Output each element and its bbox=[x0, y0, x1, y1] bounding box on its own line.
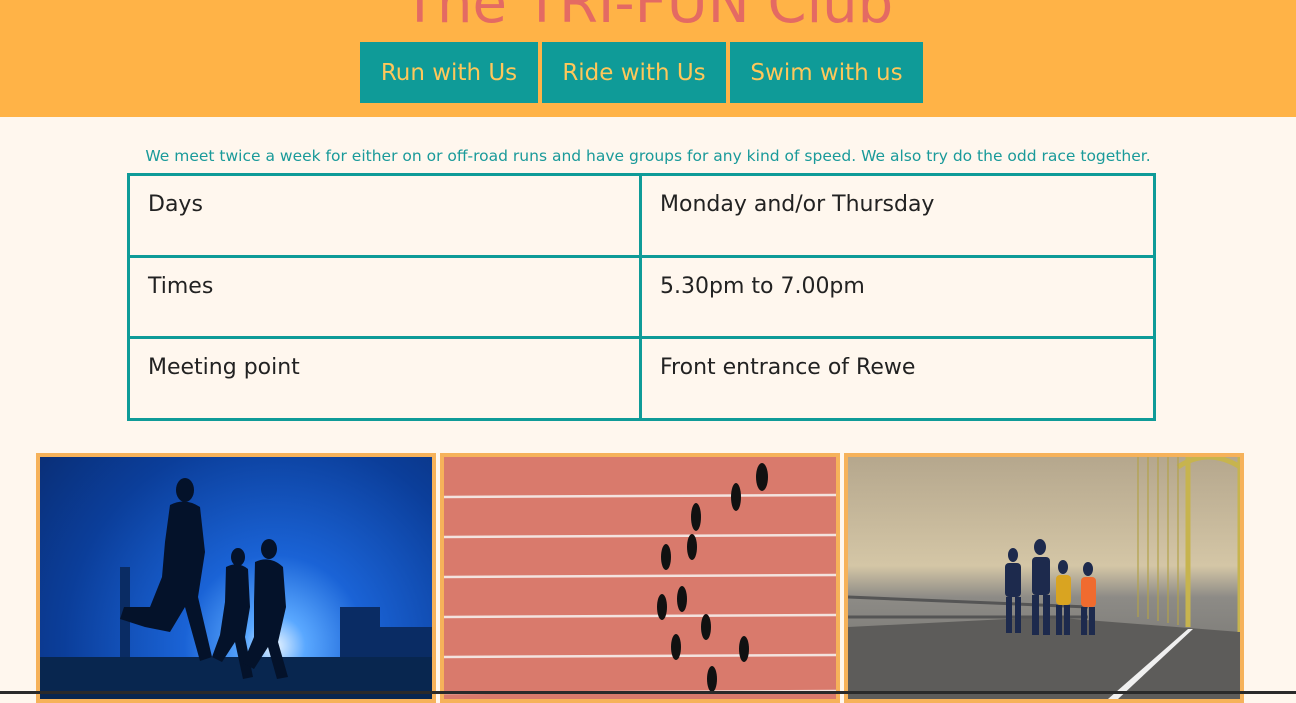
table-row: Meeting point Front entrance of Rewe bbox=[127, 336, 1156, 421]
runners-on-track-image bbox=[444, 463, 836, 695]
gallery-photo-track-aerial bbox=[440, 453, 840, 703]
schedule-value: Monday and/or Thursday bbox=[639, 173, 1156, 258]
nav-swim-link[interactable]: Swim with us bbox=[730, 42, 923, 103]
schedule-table: Days Monday and/or Thursday Times 5.30pm… bbox=[127, 173, 1156, 421]
site-header: The TRI-FUN Club Run with Us Ride with U… bbox=[0, 0, 1296, 117]
table-row: Times 5.30pm to 7.00pm bbox=[127, 254, 1156, 340]
intro-text: We meet twice a week for either on or of… bbox=[145, 146, 1151, 165]
table-row: Days Monday and/or Thursday bbox=[127, 173, 1156, 258]
schedule-label: Meeting point bbox=[127, 336, 642, 421]
schedule-value: 5.30pm to 7.00pm bbox=[639, 254, 1156, 340]
gallery-photo-bridge-marathon bbox=[844, 453, 1244, 703]
runners-silhouette-image bbox=[40, 478, 432, 699]
site-title: The TRI-FUN Club bbox=[402, 0, 894, 36]
main-nav: Run with Us Ride with Us Swim with us bbox=[360, 42, 923, 103]
schedule-value: Front entrance of Rewe bbox=[639, 336, 1156, 421]
nav-run-link[interactable]: Run with Us bbox=[360, 42, 538, 103]
schedule-label: Times bbox=[127, 254, 642, 340]
gallery-photo-runners-silhouette bbox=[36, 453, 436, 703]
nav-ride-link[interactable]: Ride with Us bbox=[542, 42, 726, 103]
photo-gallery bbox=[36, 453, 1244, 703]
marathon-runners-on-bridge-image bbox=[848, 457, 1240, 699]
schedule-label: Days bbox=[127, 173, 642, 258]
